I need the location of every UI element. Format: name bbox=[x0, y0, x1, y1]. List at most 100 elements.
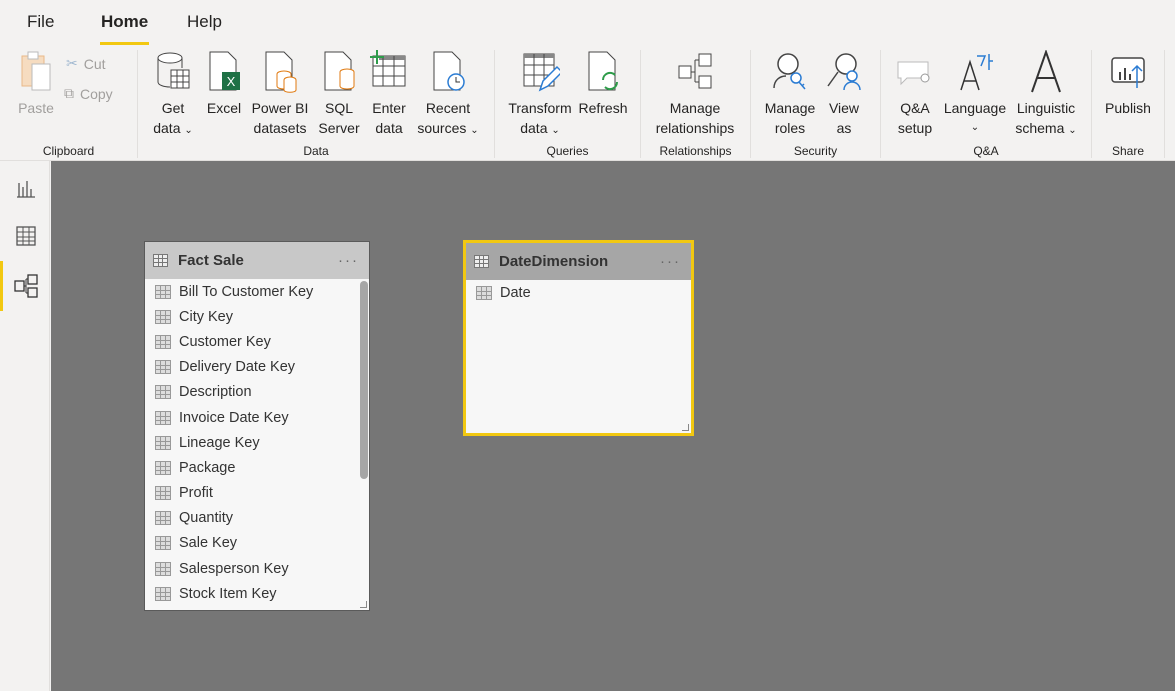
divider bbox=[640, 50, 641, 158]
model-canvas[interactable]: Fact Sale ··· Bill To Customer Key City K… bbox=[51, 161, 1175, 691]
field-name: Bill To Customer Key bbox=[179, 283, 314, 300]
field-name: Description bbox=[179, 384, 252, 401]
linguistic-label-2: schema bbox=[1015, 120, 1065, 136]
manage-roles-button[interactable]: Manage roles bbox=[761, 50, 819, 138]
scrollbar[interactable] bbox=[360, 281, 368, 479]
linguistic-schema-icon bbox=[1031, 50, 1061, 93]
report-view-icon[interactable] bbox=[13, 175, 39, 201]
enter-data-button[interactable]: Enter data bbox=[368, 50, 410, 138]
table-card-date-dimension[interactable]: DateDimension ··· Date bbox=[463, 240, 694, 436]
tab-home[interactable]: Home bbox=[99, 12, 150, 45]
field-item[interactable]: Profit bbox=[145, 481, 369, 506]
enter-data-label: Enter bbox=[372, 100, 406, 116]
tab-file[interactable]: File bbox=[27, 12, 54, 32]
copy-label: Copy bbox=[80, 85, 113, 102]
field-name: Profit bbox=[179, 485, 213, 502]
group-label-data: Data bbox=[303, 144, 329, 158]
enter-data-icon bbox=[370, 50, 406, 87]
column-icon bbox=[155, 334, 171, 349]
divider bbox=[1164, 50, 1165, 158]
divider bbox=[1091, 50, 1092, 158]
chevron-down-icon: ⌄ bbox=[470, 125, 479, 136]
field-name: Package bbox=[179, 459, 236, 476]
linguistic-label: Linguistic bbox=[1016, 100, 1076, 116]
field-item[interactable]: Lineage Key bbox=[145, 430, 369, 455]
manage-roles-icon bbox=[773, 53, 806, 90]
dataset-icon bbox=[265, 51, 297, 93]
view-as-button[interactable]: View as bbox=[822, 50, 866, 138]
chevron-down-icon: ⌄ bbox=[1068, 125, 1077, 136]
ribbon: Paste ✂ Cut ⧉ Copy Clipboard Get data ⌄ X … bbox=[0, 45, 1175, 161]
field-item[interactable]: Stock Item Key bbox=[145, 581, 369, 606]
field-name: Customer Key bbox=[179, 333, 271, 350]
linguistic-schema-button[interactable]: Linguistic schema ⌄ bbox=[1012, 50, 1080, 141]
transform-data-button[interactable]: Transform data ⌄ bbox=[506, 50, 574, 141]
field-item[interactable]: Delivery Date Key bbox=[145, 355, 369, 380]
manage-roles-label-2: roles bbox=[774, 120, 806, 136]
field-item[interactable]: Quantity bbox=[145, 506, 369, 531]
field-name: Quantity bbox=[179, 510, 233, 527]
qa-setup-button[interactable]: Q&A setup bbox=[893, 50, 937, 138]
get-data-label: Get bbox=[161, 100, 185, 116]
chevron-down-icon: ⌄ bbox=[184, 125, 193, 136]
field-name: Invoice Date Key bbox=[179, 409, 289, 426]
column-icon bbox=[155, 385, 171, 400]
table-header[interactable]: DateDimension ··· bbox=[466, 243, 691, 280]
more-options-icon[interactable]: ··· bbox=[338, 252, 359, 269]
resize-handle[interactable] bbox=[682, 424, 689, 431]
sql-server-button[interactable]: SQL Server bbox=[317, 50, 361, 138]
field-item[interactable]: Customer Key bbox=[145, 329, 369, 354]
table-card-fact-sale[interactable]: Fact Sale ··· Bill To Customer Key City K… bbox=[144, 241, 370, 611]
sql-server-icon bbox=[324, 51, 355, 91]
svg-text:X: X bbox=[227, 74, 236, 89]
field-name: Date bbox=[500, 284, 531, 301]
table-icon bbox=[474, 255, 489, 268]
language-button[interactable]: Language ⌄ bbox=[942, 50, 1008, 138]
cut-label: Cut bbox=[83, 55, 106, 72]
recent-label: Recent bbox=[425, 100, 471, 116]
data-view-icon[interactable] bbox=[13, 223, 39, 249]
tab-help[interactable]: Help bbox=[187, 12, 222, 32]
field-item[interactable]: Date bbox=[466, 280, 691, 305]
power-bi-label: Power BI bbox=[251, 100, 309, 116]
model-view-icon[interactable] bbox=[0, 261, 39, 311]
field-item[interactable]: Bill To Customer Key bbox=[145, 279, 369, 304]
field-name: Salesperson Key bbox=[179, 560, 289, 577]
refresh-button[interactable]: Refresh bbox=[577, 50, 629, 118]
field-item[interactable]: Sale Key bbox=[145, 531, 369, 556]
field-list: Date bbox=[466, 280, 691, 305]
column-icon bbox=[155, 511, 171, 526]
column-icon bbox=[155, 435, 171, 450]
power-bi-datasets-button[interactable]: Power BI datasets bbox=[250, 50, 310, 138]
resize-handle[interactable] bbox=[360, 601, 367, 608]
field-item[interactable]: Invoice Date Key bbox=[145, 405, 369, 430]
language-label: Language bbox=[943, 100, 1007, 116]
more-options-icon[interactable]: ··· bbox=[660, 253, 681, 270]
field-item[interactable]: Description bbox=[145, 380, 369, 405]
column-icon bbox=[155, 309, 171, 324]
cut-button[interactable]: ✂ Cut bbox=[66, 55, 106, 72]
field-name: Sale Key bbox=[179, 535, 238, 552]
database-icon bbox=[157, 52, 190, 89]
enter-data-label-2: data bbox=[375, 120, 403, 136]
divider bbox=[880, 50, 881, 158]
copy-button[interactable]: ⧉ Copy bbox=[64, 85, 113, 102]
ribbon-tabs: File Home Help bbox=[0, 0, 1175, 45]
column-icon bbox=[155, 360, 171, 375]
copy-icon: ⧉ bbox=[64, 85, 74, 101]
column-icon bbox=[155, 460, 171, 475]
publish-button[interactable]: Publish bbox=[1102, 50, 1154, 118]
group-label-relationships: Relationships bbox=[659, 144, 732, 158]
manage-relationships-button[interactable]: Manage relationships bbox=[650, 50, 740, 138]
field-item[interactable]: City Key bbox=[145, 304, 369, 329]
column-icon bbox=[155, 586, 171, 601]
excel-button[interactable]: X Excel bbox=[204, 50, 244, 118]
field-item[interactable]: Package bbox=[145, 455, 369, 480]
get-data-label-2: data bbox=[153, 120, 181, 136]
field-item[interactable]: Salesperson Key bbox=[145, 556, 369, 581]
paste-button[interactable]: Paste bbox=[14, 50, 58, 118]
paste-label: Paste bbox=[18, 100, 54, 116]
table-header[interactable]: Fact Sale ··· bbox=[145, 242, 369, 279]
recent-sources-button[interactable]: Recent sources ⌄ bbox=[416, 50, 480, 141]
get-data-button[interactable]: Get data ⌄ bbox=[151, 50, 195, 141]
